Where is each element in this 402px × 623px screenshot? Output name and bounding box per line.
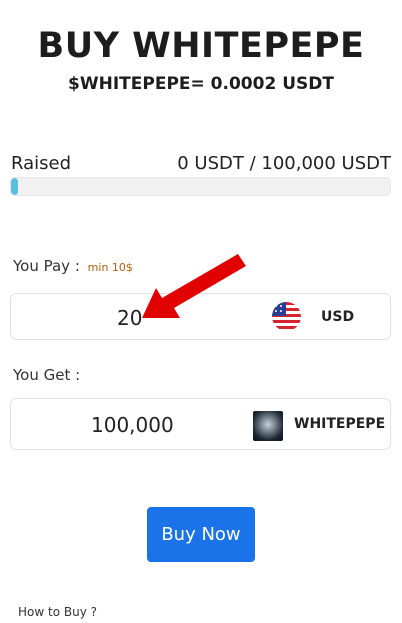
token-price: $WHITEPEPE= 0.0002 USDT xyxy=(68,74,334,94)
page-title: BUY WHITEPEPE xyxy=(37,26,365,66)
get-amount-input[interactable]: 100,000 xyxy=(91,413,174,437)
get-amount-field[interactable]: 100,000 WHITEPEPE xyxy=(10,398,391,450)
pay-amount-input[interactable]: 20 xyxy=(117,306,142,330)
raised-label: Raised xyxy=(11,153,72,174)
pay-amount-field[interactable]: 20 USD xyxy=(10,293,391,340)
raised-progress-bar xyxy=(10,177,391,196)
get-currency: WHITEPEPE xyxy=(294,416,386,432)
pay-label: You Pay : min 10$ xyxy=(13,257,133,275)
pay-label-text: You Pay : xyxy=(13,257,80,275)
raised-value: 0 USDT / 100,000 USDT xyxy=(177,153,391,174)
pay-currency: USD xyxy=(321,309,355,325)
min-amount-note: min 10$ xyxy=(87,261,133,274)
buy-now-button[interactable]: Buy Now xyxy=(147,507,255,562)
us-flag-icon xyxy=(272,302,301,331)
get-label: You Get : xyxy=(13,366,81,384)
whitepepe-token-icon xyxy=(253,411,283,441)
raised-progress-fill xyxy=(11,178,18,195)
how-to-buy-link[interactable]: How to Buy ? xyxy=(18,605,97,619)
